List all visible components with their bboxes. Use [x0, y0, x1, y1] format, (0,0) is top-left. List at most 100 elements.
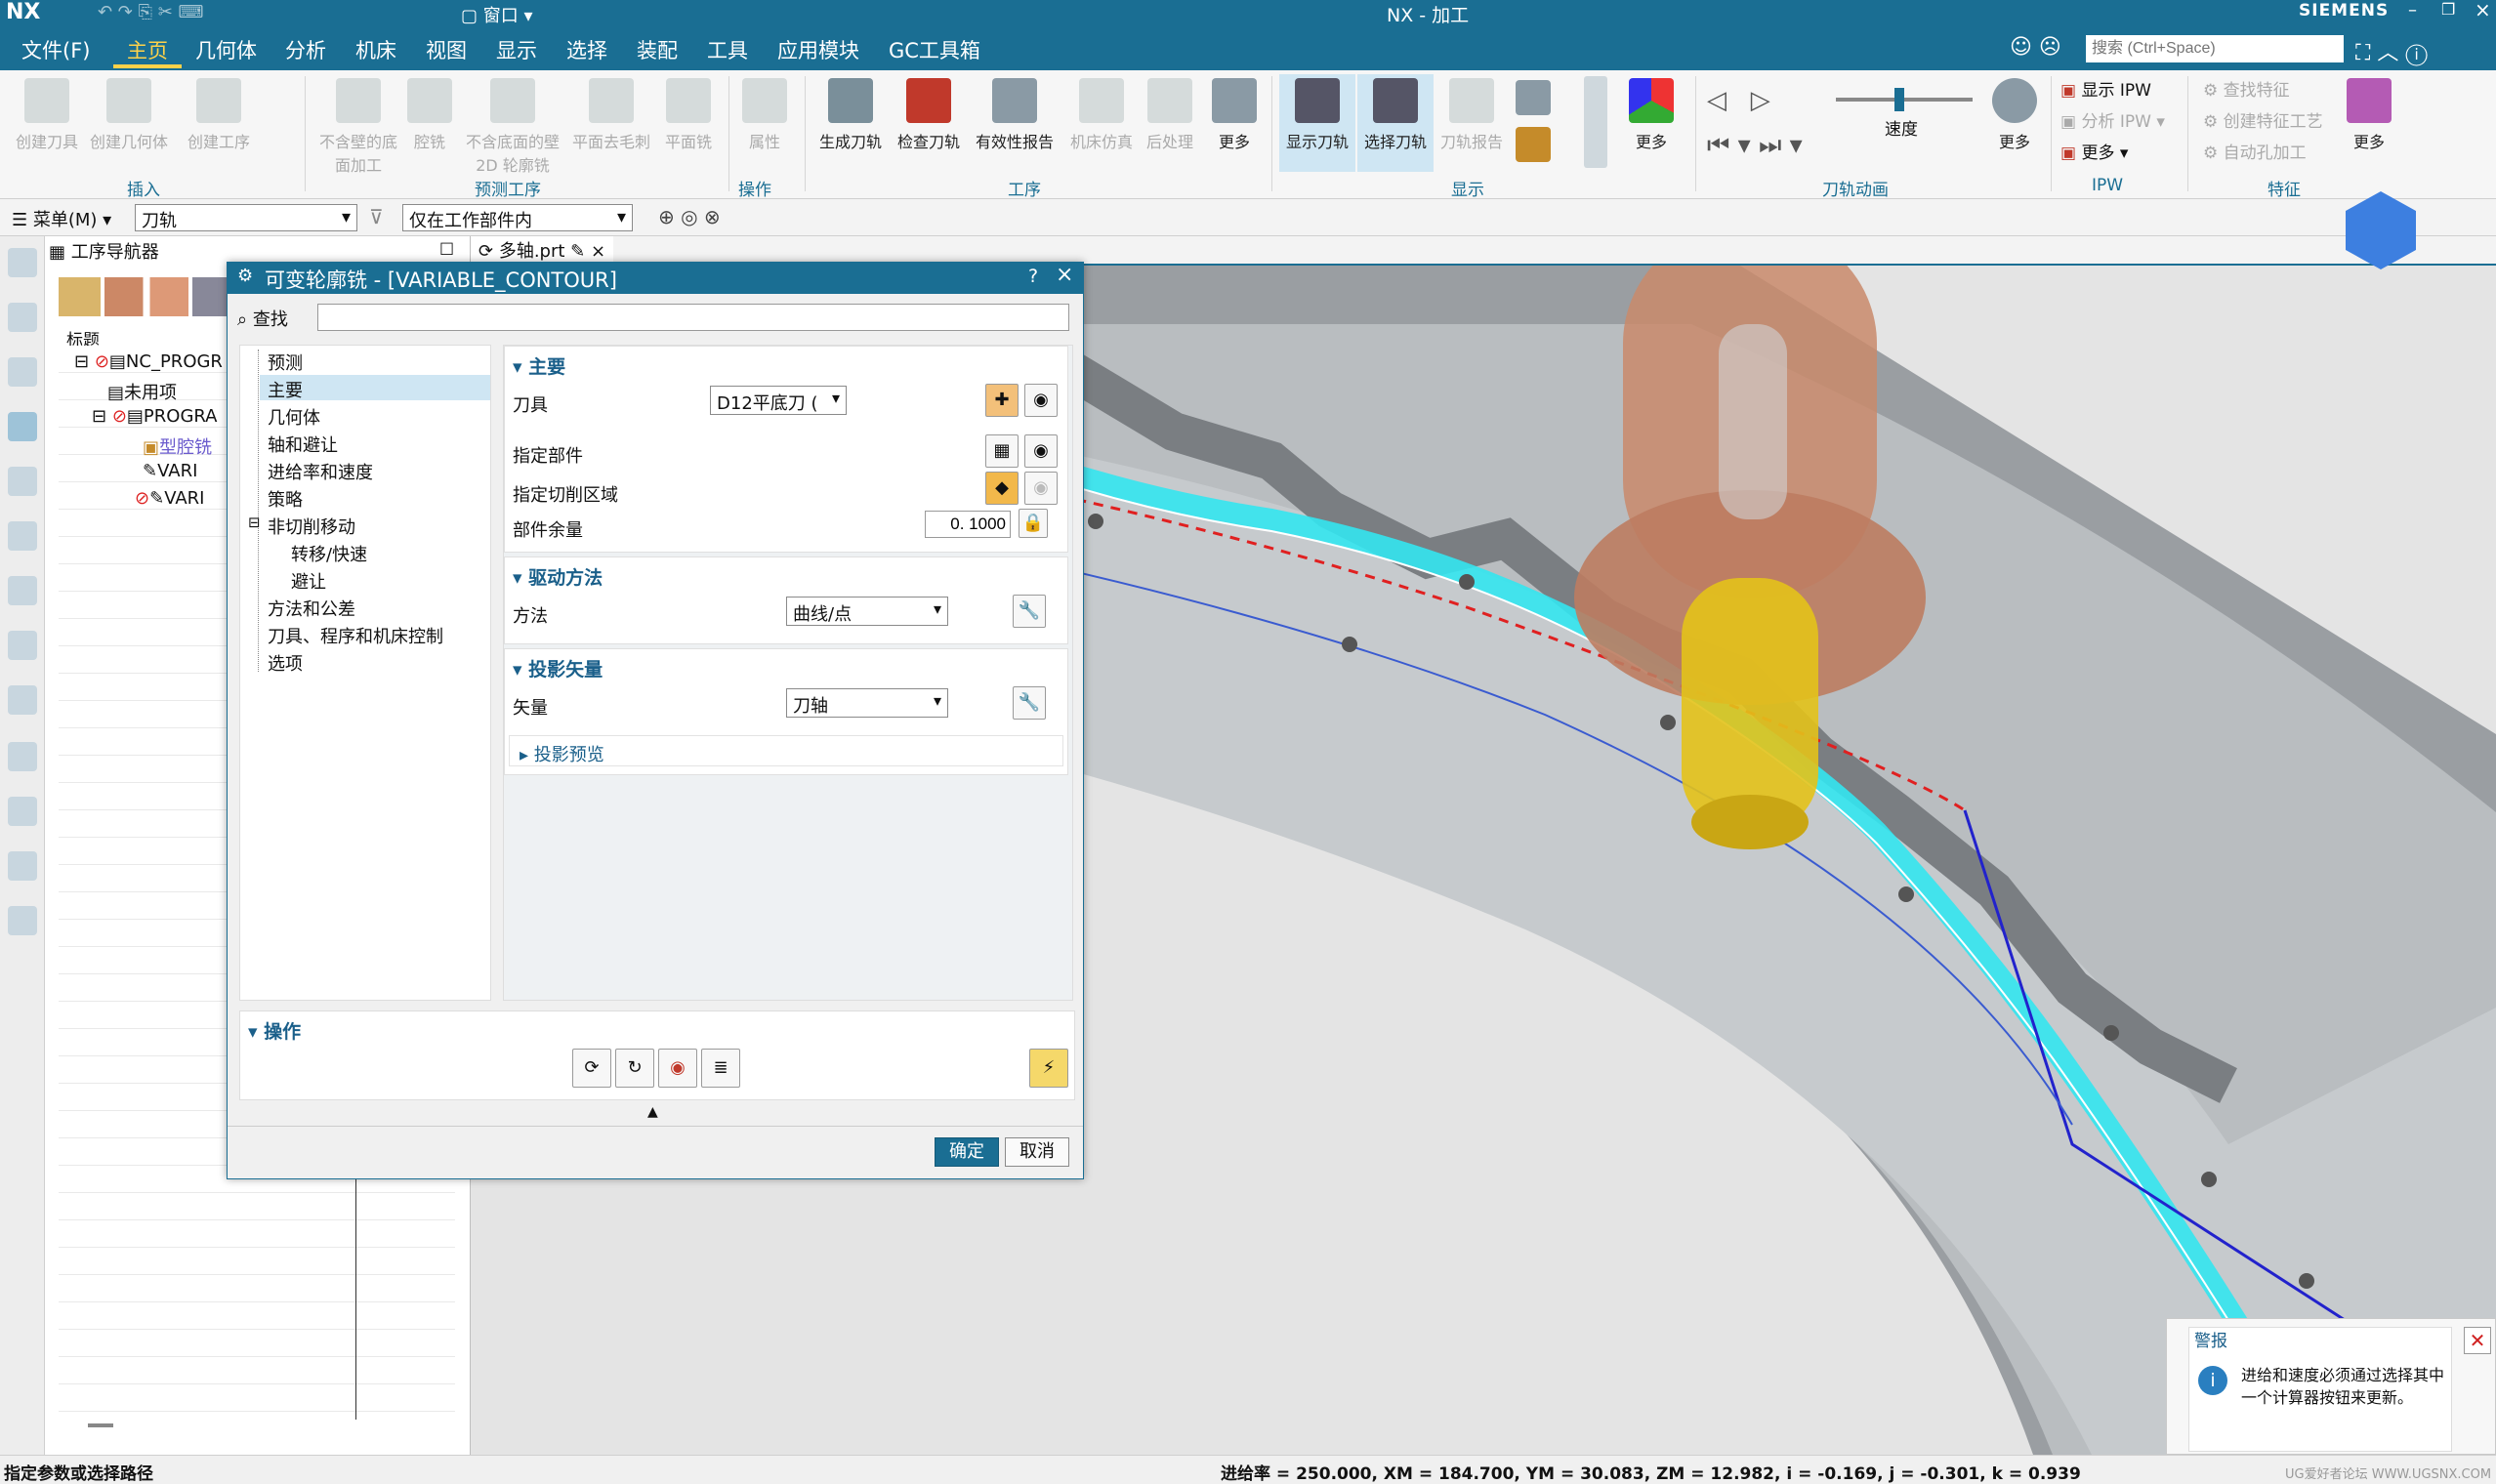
- alert-close-button[interactable]: ✕: [2464, 1327, 2491, 1354]
- collapse-dialog-icon[interactable]: ▲: [647, 1104, 658, 1120]
- verify-icon[interactable]: ◉: [658, 1049, 697, 1088]
- ipw-more-button[interactable]: ▣ 更多 ▾: [2060, 139, 2128, 163]
- quick-access-icons[interactable]: ↶ ↷ ⎘ ✂ ⌨: [98, 2, 204, 22]
- create-tool-button[interactable]: 创建刀具: [8, 74, 86, 152]
- select-toolpath-button[interactable]: 选择刀轨: [1357, 74, 1434, 172]
- tree-item-tool-program-machine[interactable]: 刀具、程序和机床控制: [268, 623, 443, 648]
- collapse-icon[interactable]: ⊟: [248, 514, 261, 531]
- tree-row-unused[interactable]: ▤未用项: [107, 379, 177, 404]
- machining-knowledge-icon[interactable]: [8, 906, 37, 935]
- navigator-view-buttons[interactable]: [59, 277, 234, 316]
- wrench-icon[interactable]: 🔧: [1013, 686, 1046, 720]
- window-tool-icons[interactable]: ⛶ ︿ ⓘ: [2355, 35, 2428, 66]
- show-toolpath-button[interactable]: 显示刀轨: [1279, 74, 1355, 172]
- ok-button[interactable]: 确定: [935, 1137, 999, 1167]
- animation-more-button[interactable]: 更多: [1984, 74, 2045, 152]
- tree-item-axis-avoidance[interactable]: 轴和避让: [268, 432, 338, 457]
- reuse-library-icon[interactable]: [8, 685, 37, 715]
- tree-row-program[interactable]: ⊟ ⊘▤PROGRA: [92, 406, 218, 427]
- show-cut-area-icon[interactable]: ◉: [1024, 472, 1058, 505]
- operations-section-header[interactable]: ▾ 操作: [248, 1017, 301, 1044]
- projection-section-header[interactable]: ▾ 投影矢量: [513, 655, 603, 681]
- create-operation-button[interactable]: 创建工序: [180, 74, 258, 152]
- generate-icon[interactable]: ⟳: [572, 1049, 611, 1088]
- tree-item-predict[interactable]: 预测: [268, 350, 303, 375]
- edit-tool-icon[interactable]: ◉: [1024, 384, 1058, 417]
- snap-icons[interactable]: ⊕ ◎ ⊗: [658, 205, 721, 228]
- replay-icon[interactable]: ↻: [615, 1049, 654, 1088]
- analyze-ipw-button[interactable]: ▣ 分析 IPW ▾: [2060, 107, 2165, 132]
- filter-icon[interactable]: ⊽: [369, 205, 384, 228]
- select-part-icon[interactable]: ▦: [985, 434, 1019, 468]
- tool-select[interactable]: D12平底刀 (: [710, 386, 847, 415]
- tree-item-main[interactable]: 主要: [268, 377, 303, 402]
- machine-navigator-icon[interactable]: [8, 467, 37, 496]
- minimize-button[interactable]: –: [2408, 0, 2417, 21]
- menu-file[interactable]: 文件(F): [21, 35, 90, 64]
- menu-geometry[interactable]: 几何体: [195, 35, 257, 64]
- new-tool-icon[interactable]: ✚: [985, 384, 1019, 417]
- menu-analysis[interactable]: 分析: [285, 35, 326, 64]
- constraint-icon[interactable]: [8, 357, 37, 387]
- tool-library-icon[interactable]: [8, 521, 37, 551]
- help-button[interactable]: ?: [1028, 266, 1038, 287]
- wall-2d-contour-button[interactable]: 不含底面的壁 2D 轮廓铣: [461, 74, 564, 176]
- list-icon[interactable]: ≣: [701, 1049, 740, 1088]
- create-geometry-button[interactable]: 创建几何体: [90, 74, 168, 152]
- display-options-icon[interactable]: [1516, 80, 1551, 115]
- drive-section-header[interactable]: ▾ 驱动方法: [513, 563, 603, 590]
- menu-assembly[interactable]: 装配: [637, 35, 678, 64]
- tree-item-transfer-rapid[interactable]: 转移/快速: [291, 541, 367, 566]
- pin-icon[interactable]: □: [439, 238, 454, 257]
- tree-row-variable-contour-2[interactable]: ⊘✎VARI: [135, 488, 204, 509]
- tree-row-variable-contour-1[interactable]: ✎VARI: [143, 461, 197, 481]
- vector-select[interactable]: 刀轴: [786, 688, 948, 718]
- feeds-speeds-icon[interactable]: ⚡: [1029, 1049, 1068, 1088]
- cavity-mill-button[interactable]: 腔铣: [400, 74, 459, 152]
- show-ipw-button[interactable]: ▣ 显示 IPW: [2060, 76, 2151, 101]
- tree-item-options[interactable]: 选项: [268, 650, 303, 676]
- animation-step-buttons[interactable]: ◁ ▷: [1707, 86, 1863, 121]
- speed-slider[interactable]: [1836, 88, 1973, 111]
- part-stock-input[interactable]: [925, 511, 1011, 538]
- assembly-navigator-icon[interactable]: [8, 303, 37, 332]
- window-menu[interactable]: ▢ 窗口 ▾: [461, 2, 533, 27]
- floor-no-wall-button[interactable]: 不含壁的底面加工: [318, 74, 398, 176]
- operation-navigator-icon[interactable]: [8, 412, 37, 441]
- find-input[interactable]: [317, 304, 1069, 331]
- projection-preview-row[interactable]: ▸ 投影预览: [509, 735, 1063, 766]
- operation-more-button[interactable]: 更多: [1205, 74, 1264, 152]
- menu-select[interactable]: 选择: [566, 35, 607, 64]
- toolpath-report-button[interactable]: 刀轨报告: [1435, 74, 1508, 152]
- part-icon[interactable]: [8, 631, 37, 660]
- main-section-header[interactable]: ▾ 主要: [513, 352, 565, 379]
- menu-machine[interactable]: 机床: [355, 35, 396, 64]
- web-browser-icon[interactable]: [8, 742, 37, 771]
- menu-display[interactable]: 显示: [496, 35, 537, 64]
- feature-more-button[interactable]: 更多: [2340, 74, 2398, 152]
- menu-button[interactable]: ☰ 菜单(M) ▾: [12, 206, 111, 231]
- tree-item-feeds-speeds[interactable]: 进给率和速度: [268, 459, 373, 484]
- menu-home[interactable]: 主页: [127, 35, 168, 64]
- tools-icon[interactable]: [8, 851, 37, 881]
- select-cut-area-icon[interactable]: ◆: [985, 472, 1019, 505]
- auto-hole-button[interactable]: ⚙ 自动孔加工: [2203, 139, 2307, 163]
- menu-view[interactable]: 视图: [426, 35, 467, 64]
- machine-simulation-button[interactable]: 机床仿真: [1064, 74, 1139, 152]
- generate-toolpath-button[interactable]: 生成刀轨: [812, 74, 889, 152]
- drive-method-select[interactable]: 曲线/点: [786, 597, 948, 626]
- planar-mill-button[interactable]: 平面铣: [656, 74, 721, 152]
- postprocess-button[interactable]: 后处理: [1139, 74, 1201, 152]
- close-app-button[interactable]: ×: [2475, 0, 2491, 21]
- file-tab[interactable]: ⟳ 多轴.prt ✎ ×: [471, 236, 614, 264]
- cancel-button[interactable]: 取消: [1005, 1137, 1069, 1167]
- properties-button[interactable]: 属性: [734, 74, 795, 152]
- settings-icon[interactable]: [8, 248, 37, 277]
- smiley-icon[interactable]: ☺ ☹: [2010, 35, 2061, 60]
- planar-deburr-button[interactable]: 平面去毛刺: [568, 74, 654, 152]
- scroll-handle[interactable]: [88, 1423, 113, 1427]
- tree-item-geometry[interactable]: 几何体: [268, 404, 320, 430]
- type-filter-select[interactable]: 刀轨 ▾: [135, 204, 357, 231]
- restore-button[interactable]: ❐: [2441, 0, 2455, 19]
- layer-arrows-icon[interactable]: [1584, 76, 1607, 168]
